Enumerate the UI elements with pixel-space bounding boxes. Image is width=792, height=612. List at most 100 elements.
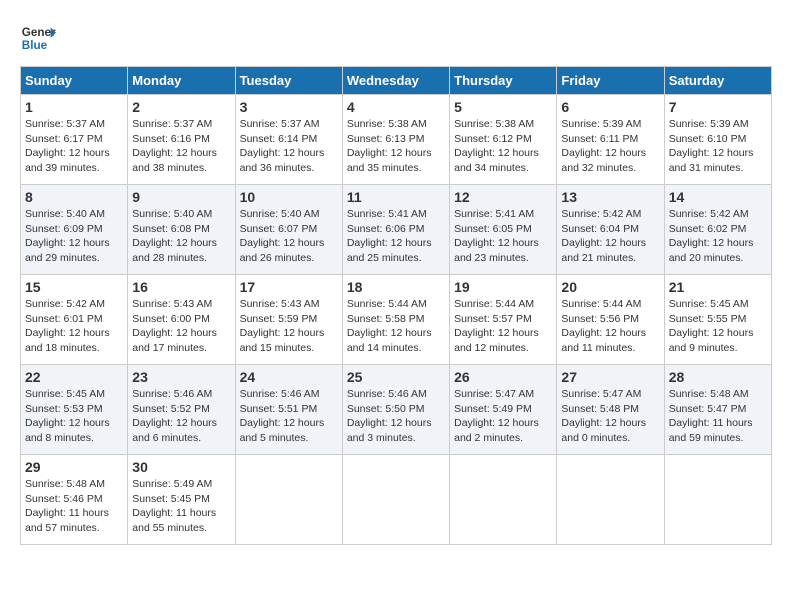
sunset-text: Sunset: 5:57 PM xyxy=(454,313,532,325)
sunrise-text: Sunrise: 5:37 AM xyxy=(240,118,320,130)
day-number: 6 xyxy=(561,99,659,115)
calendar-day-cell: 12 Sunrise: 5:41 AM Sunset: 6:05 PM Dayl… xyxy=(450,185,557,275)
calendar-day-cell: 29 Sunrise: 5:48 AM Sunset: 5:46 PM Dayl… xyxy=(21,455,128,545)
daylight-text: Daylight: 12 hours and 11 minutes. xyxy=(561,327,646,354)
sunset-text: Sunset: 5:51 PM xyxy=(240,403,318,415)
daylight-text: Daylight: 12 hours and 20 minutes. xyxy=(669,237,754,264)
day-number: 23 xyxy=(132,369,230,385)
sunrise-text: Sunrise: 5:39 AM xyxy=(561,118,641,130)
daylight-text: Daylight: 12 hours and 32 minutes. xyxy=(561,147,646,174)
sunrise-text: Sunrise: 5:48 AM xyxy=(25,478,105,490)
daylight-text: Daylight: 12 hours and 18 minutes. xyxy=(25,327,110,354)
sunrise-text: Sunrise: 5:42 AM xyxy=(561,208,641,220)
calendar-table: SundayMondayTuesdayWednesdayThursdayFrid… xyxy=(20,66,772,545)
daylight-text: Daylight: 12 hours and 34 minutes. xyxy=(454,147,539,174)
calendar-week-row: 1 Sunrise: 5:37 AM Sunset: 6:17 PM Dayli… xyxy=(21,95,772,185)
calendar-day-cell: 26 Sunrise: 5:47 AM Sunset: 5:49 PM Dayl… xyxy=(450,365,557,455)
day-number: 20 xyxy=(561,279,659,295)
calendar-day-cell: 13 Sunrise: 5:42 AM Sunset: 6:04 PM Dayl… xyxy=(557,185,664,275)
sunrise-text: Sunrise: 5:38 AM xyxy=(347,118,427,130)
empty-cell xyxy=(557,455,664,545)
day-number: 12 xyxy=(454,189,552,205)
sunset-text: Sunset: 5:58 PM xyxy=(347,313,425,325)
sunrise-text: Sunrise: 5:40 AM xyxy=(132,208,212,220)
day-number: 26 xyxy=(454,369,552,385)
sunrise-text: Sunrise: 5:42 AM xyxy=(669,208,749,220)
daylight-text: Daylight: 12 hours and 6 minutes. xyxy=(132,417,217,444)
daylight-text: Daylight: 12 hours and 36 minutes. xyxy=(240,147,325,174)
day-number: 27 xyxy=(561,369,659,385)
calendar-day-cell: 16 Sunrise: 5:43 AM Sunset: 6:00 PM Dayl… xyxy=(128,275,235,365)
day-number: 1 xyxy=(25,99,123,115)
sunset-text: Sunset: 6:13 PM xyxy=(347,133,425,145)
daylight-text: Daylight: 12 hours and 0 minutes. xyxy=(561,417,646,444)
calendar-day-cell: 10 Sunrise: 5:40 AM Sunset: 6:07 PM Dayl… xyxy=(235,185,342,275)
sunrise-text: Sunrise: 5:47 AM xyxy=(561,388,641,400)
sunset-text: Sunset: 5:46 PM xyxy=(25,493,103,505)
calendar-day-cell: 21 Sunrise: 5:45 AM Sunset: 5:55 PM Dayl… xyxy=(664,275,771,365)
calendar-header-row: SundayMondayTuesdayWednesdayThursdayFrid… xyxy=(21,67,772,95)
sunrise-text: Sunrise: 5:47 AM xyxy=(454,388,534,400)
calendar-day-cell: 25 Sunrise: 5:46 AM Sunset: 5:50 PM Dayl… xyxy=(342,365,449,455)
sunset-text: Sunset: 6:11 PM xyxy=(561,133,638,145)
calendar-day-cell: 14 Sunrise: 5:42 AM Sunset: 6:02 PM Dayl… xyxy=(664,185,771,275)
calendar-day-cell: 9 Sunrise: 5:40 AM Sunset: 6:08 PM Dayli… xyxy=(128,185,235,275)
sunset-text: Sunset: 5:49 PM xyxy=(454,403,532,415)
calendar-day-cell: 17 Sunrise: 5:43 AM Sunset: 5:59 PM Dayl… xyxy=(235,275,342,365)
calendar-day-cell: 28 Sunrise: 5:48 AM Sunset: 5:47 PM Dayl… xyxy=(664,365,771,455)
sunrise-text: Sunrise: 5:44 AM xyxy=(561,298,641,310)
day-number: 5 xyxy=(454,99,552,115)
day-number: 19 xyxy=(454,279,552,295)
day-number: 3 xyxy=(240,99,338,115)
day-number: 18 xyxy=(347,279,445,295)
day-number: 7 xyxy=(669,99,767,115)
day-number: 29 xyxy=(25,459,123,475)
daylight-text: Daylight: 12 hours and 3 minutes. xyxy=(347,417,432,444)
sunrise-text: Sunrise: 5:43 AM xyxy=(132,298,212,310)
daylight-text: Daylight: 11 hours and 59 minutes. xyxy=(669,417,753,444)
daylight-text: Daylight: 12 hours and 31 minutes. xyxy=(669,147,754,174)
calendar-day-cell: 6 Sunrise: 5:39 AM Sunset: 6:11 PM Dayli… xyxy=(557,95,664,185)
header: General Blue xyxy=(20,20,772,56)
sunset-text: Sunset: 6:10 PM xyxy=(669,133,747,145)
sunset-text: Sunset: 6:08 PM xyxy=(132,223,210,235)
daylight-text: Daylight: 12 hours and 21 minutes. xyxy=(561,237,646,264)
day-number: 21 xyxy=(669,279,767,295)
sunset-text: Sunset: 5:48 PM xyxy=(561,403,639,415)
daylight-text: Daylight: 12 hours and 28 minutes. xyxy=(132,237,217,264)
calendar-day-cell: 3 Sunrise: 5:37 AM Sunset: 6:14 PM Dayli… xyxy=(235,95,342,185)
daylight-text: Daylight: 12 hours and 26 minutes. xyxy=(240,237,325,264)
day-number: 11 xyxy=(347,189,445,205)
header-cell-saturday: Saturday xyxy=(664,67,771,95)
day-number: 22 xyxy=(25,369,123,385)
sunset-text: Sunset: 5:52 PM xyxy=(132,403,210,415)
calendar-day-cell: 30 Sunrise: 5:49 AM Sunset: 5:45 PM Dayl… xyxy=(128,455,235,545)
sunrise-text: Sunrise: 5:38 AM xyxy=(454,118,534,130)
daylight-text: Daylight: 11 hours and 55 minutes. xyxy=(132,507,216,534)
sunrise-text: Sunrise: 5:46 AM xyxy=(347,388,427,400)
calendar-day-cell: 15 Sunrise: 5:42 AM Sunset: 6:01 PM Dayl… xyxy=(21,275,128,365)
header-cell-sunday: Sunday xyxy=(21,67,128,95)
header-cell-monday: Monday xyxy=(128,67,235,95)
calendar-day-cell: 2 Sunrise: 5:37 AM Sunset: 6:16 PM Dayli… xyxy=(128,95,235,185)
daylight-text: Daylight: 12 hours and 12 minutes. xyxy=(454,327,539,354)
sunset-text: Sunset: 6:06 PM xyxy=(347,223,425,235)
daylight-text: Daylight: 12 hours and 35 minutes. xyxy=(347,147,432,174)
daylight-text: Daylight: 12 hours and 38 minutes. xyxy=(132,147,217,174)
sunset-text: Sunset: 5:45 PM xyxy=(132,493,210,505)
calendar-day-cell: 20 Sunrise: 5:44 AM Sunset: 5:56 PM Dayl… xyxy=(557,275,664,365)
day-number: 17 xyxy=(240,279,338,295)
sunset-text: Sunset: 6:14 PM xyxy=(240,133,318,145)
empty-cell xyxy=(342,455,449,545)
daylight-text: Daylight: 12 hours and 23 minutes. xyxy=(454,237,539,264)
calendar-day-cell: 24 Sunrise: 5:46 AM Sunset: 5:51 PM Dayl… xyxy=(235,365,342,455)
svg-text:Blue: Blue xyxy=(22,39,48,52)
day-number: 2 xyxy=(132,99,230,115)
calendar-week-row: 15 Sunrise: 5:42 AM Sunset: 6:01 PM Dayl… xyxy=(21,275,772,365)
day-number: 28 xyxy=(669,369,767,385)
sunrise-text: Sunrise: 5:40 AM xyxy=(240,208,320,220)
sunset-text: Sunset: 6:07 PM xyxy=(240,223,318,235)
sunset-text: Sunset: 6:12 PM xyxy=(454,133,532,145)
calendar-day-cell: 27 Sunrise: 5:47 AM Sunset: 5:48 PM Dayl… xyxy=(557,365,664,455)
daylight-text: Daylight: 12 hours and 2 minutes. xyxy=(454,417,539,444)
